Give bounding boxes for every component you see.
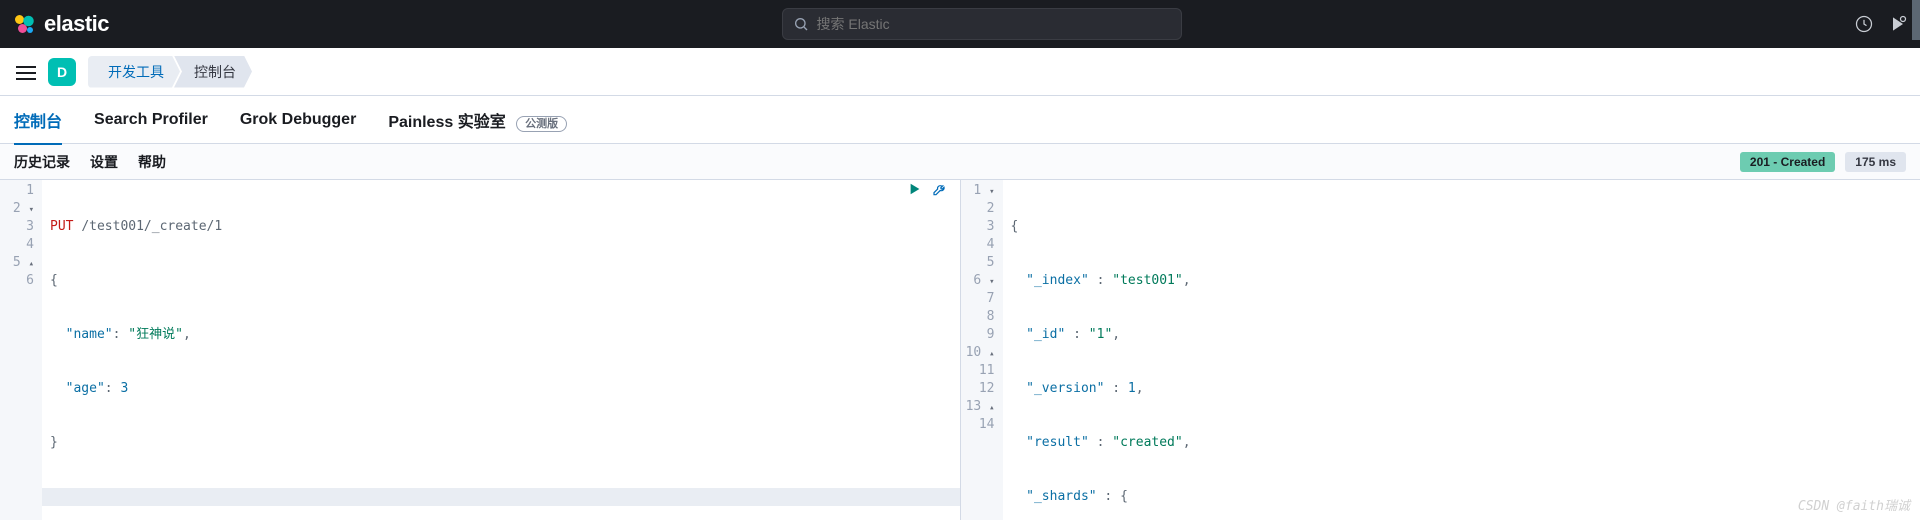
tab-search-profiler[interactable]: Search Profiler — [94, 99, 208, 141]
brand-logo[interactable]: elastic — [12, 11, 109, 37]
breadcrumb-console[interactable]: 控制台 — [174, 56, 252, 88]
time-badge: 175 ms — [1845, 152, 1906, 172]
request-options-icon[interactable] — [932, 182, 948, 204]
watermark: CSDN @faith瑞诚 — [1798, 498, 1910, 516]
editor-split: 12 ▾345 ▴6 PUT /test001/_create/1 { "nam… — [0, 180, 1920, 520]
tab-painless-lab[interactable]: Painless 实验室 公测版 — [388, 96, 567, 144]
news-icon[interactable] — [1854, 14, 1874, 34]
side-handle[interactable] — [1912, 0, 1920, 40]
response-gutter: 1 ▾23456 ▾78910 ▴111213 ▴14 — [961, 180, 1003, 520]
tab-console[interactable]: 控制台 — [14, 96, 62, 144]
top-header: elastic — [0, 0, 1920, 48]
status-badge: 201 - Created — [1740, 152, 1835, 172]
brand-text: elastic — [44, 11, 109, 37]
response-viewer[interactable]: 1 ▾23456 ▾78910 ▴111213 ▴14 { "_index" :… — [961, 180, 1920, 520]
response-code: { "_index" : "test001", "_id" : "1", "_v… — [1003, 180, 1920, 520]
help-icon[interactable] — [1888, 14, 1908, 34]
http-path: /test001/_create/1 — [81, 219, 222, 234]
tabs: 控制台 Search Profiler Grok Debugger Painle… — [0, 96, 1920, 144]
request-editor[interactable]: 12 ▾345 ▴6 PUT /test001/_create/1 { "nam… — [0, 180, 961, 520]
request-gutter: 12 ▾345 ▴6 — [0, 180, 42, 520]
tab-painless-label: Painless 实验室 — [388, 114, 505, 131]
request-code[interactable]: PUT /test001/_create/1 { "name": "狂神说", … — [42, 180, 960, 520]
console-toolbar: 历史记录 设置 帮助 201 - Created 175 ms — [0, 144, 1920, 180]
run-request-icon[interactable] — [908, 182, 922, 204]
breadcrumb: 开发工具 控制台 — [88, 56, 252, 88]
search-input[interactable] — [817, 16, 1171, 32]
help-link[interactable]: 帮助 — [138, 152, 166, 172]
tab-grok-debugger[interactable]: Grok Debugger — [240, 99, 356, 141]
sub-header: D 开发工具 控制台 — [0, 48, 1920, 96]
beta-badge: 公测版 — [516, 116, 567, 132]
history-link[interactable]: 历史记录 — [14, 152, 70, 172]
search-icon — [793, 16, 809, 32]
space-avatar[interactable]: D — [48, 58, 76, 86]
menu-toggle-icon[interactable] — [16, 62, 36, 82]
elastic-logo-icon — [12, 12, 36, 36]
global-search[interactable] — [782, 8, 1182, 40]
http-method: PUT — [50, 219, 73, 234]
settings-link[interactable]: 设置 — [90, 152, 118, 172]
breadcrumb-devtools[interactable]: 开发工具 — [88, 56, 180, 88]
